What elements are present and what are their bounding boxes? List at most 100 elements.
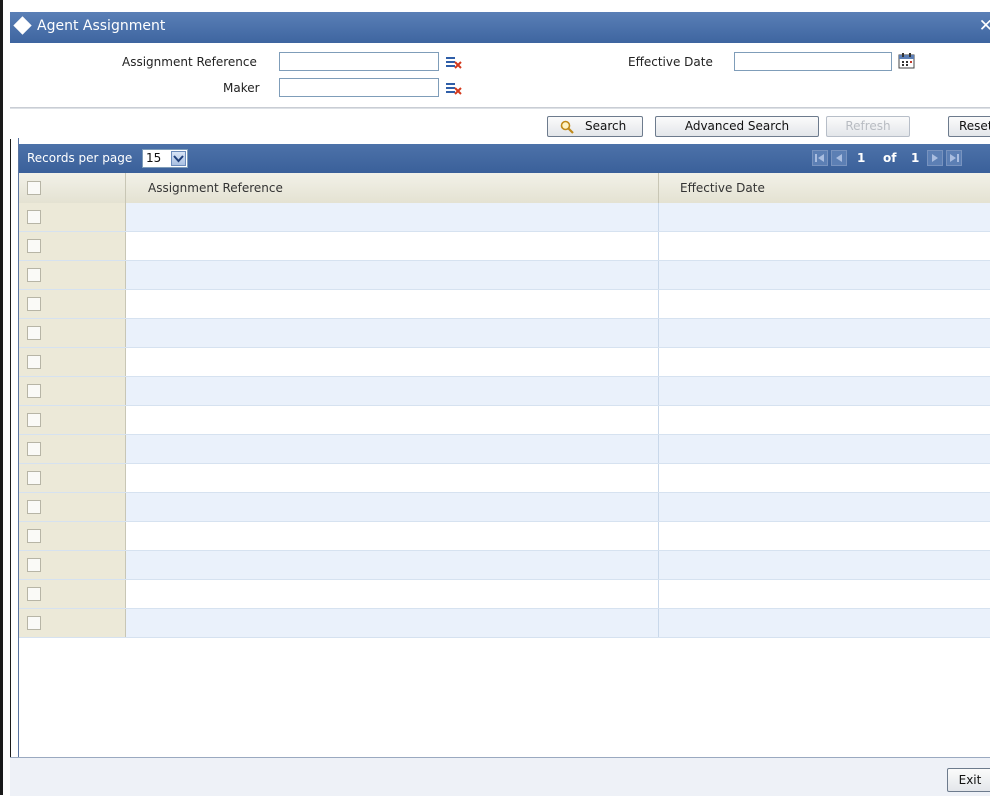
- row-select-cell: [19, 580, 126, 608]
- next-page-icon[interactable]: [927, 150, 943, 166]
- row-checkbox[interactable]: [27, 210, 41, 224]
- column-header-assignment-reference[interactable]: Assignment Reference: [148, 181, 283, 195]
- column-divider: [658, 493, 659, 521]
- table-row: [19, 290, 990, 319]
- list-of-values-icon[interactable]: [445, 80, 462, 97]
- row-select-cell: [19, 464, 126, 492]
- column-divider: [658, 348, 659, 376]
- maker-input[interactable]: [279, 78, 439, 97]
- row-select-cell: [19, 319, 126, 347]
- records-per-page-select[interactable]: 15: [142, 149, 188, 168]
- title-bar: Agent Assignment ✕: [10, 12, 990, 43]
- column-divider: [658, 261, 659, 289]
- row-select-cell: [19, 493, 126, 521]
- row-checkbox[interactable]: [27, 355, 41, 369]
- previous-page-icon[interactable]: [831, 150, 847, 166]
- row-checkbox[interactable]: [27, 558, 41, 572]
- row-checkbox[interactable]: [27, 297, 41, 311]
- table-row: [19, 348, 990, 377]
- window-left-border: [10, 43, 11, 757]
- records-per-page-value: 15: [146, 151, 162, 165]
- column-divider: [658, 522, 659, 550]
- assignment-reference-input[interactable]: [279, 52, 439, 71]
- window-title: Agent Assignment: [37, 18, 166, 34]
- calendar-icon[interactable]: [898, 53, 915, 69]
- action-button-bar: Search Advanced Search Refresh Reset: [10, 108, 990, 139]
- row-checkbox[interactable]: [27, 413, 41, 427]
- total-pages-number: 1: [911, 151, 920, 165]
- column-divider: [658, 580, 659, 608]
- column-header-effective-date[interactable]: Effective Date: [680, 181, 765, 195]
- row-select-cell: [19, 406, 126, 434]
- search-button[interactable]: Search: [547, 116, 643, 137]
- row-checkbox[interactable]: [27, 268, 41, 282]
- column-divider: [658, 232, 659, 260]
- column-divider: [658, 319, 659, 347]
- column-divider: [658, 377, 659, 405]
- row-select-cell: [19, 377, 126, 405]
- effective-date-input[interactable]: [734, 52, 892, 71]
- table-row: [19, 377, 990, 406]
- row-checkbox[interactable]: [27, 587, 41, 601]
- diamond-icon: [13, 16, 32, 35]
- table-row: [19, 232, 990, 261]
- select-all-checkbox[interactable]: [27, 181, 41, 195]
- pagination-bar: Records per page 15 1 of 1: [19, 144, 990, 173]
- table-row: [19, 406, 990, 435]
- row-select-cell: [19, 522, 126, 550]
- column-divider: [658, 290, 659, 318]
- table-row: [19, 464, 990, 493]
- row-select-cell: [19, 290, 126, 318]
- list-of-values-icon[interactable]: [445, 54, 462, 71]
- agent-assignment-window: Agent Assignment ✕ Assignment Reference …: [0, 0, 990, 796]
- row-checkbox[interactable]: [27, 529, 41, 543]
- records-per-page-label: Records per page: [27, 151, 133, 165]
- footer-bar: Exit: [10, 757, 990, 796]
- refresh-button[interactable]: Refresh: [826, 116, 910, 137]
- table-row: [19, 522, 990, 551]
- assignment-reference-label: Assignment Reference: [122, 55, 257, 69]
- row-checkbox[interactable]: [27, 471, 41, 485]
- column-divider: [658, 609, 659, 637]
- table-row: [19, 435, 990, 464]
- select-all-cell: [19, 173, 126, 203]
- row-select-cell: [19, 551, 126, 579]
- reset-button[interactable]: Reset: [948, 116, 990, 137]
- row-checkbox[interactable]: [27, 326, 41, 340]
- search-criteria-panel: Assignment Reference Maker Effective Dat…: [10, 43, 990, 108]
- table-row: [19, 580, 990, 609]
- effective-date-label: Effective Date: [628, 55, 713, 69]
- page-of-label: of: [883, 151, 897, 165]
- row-checkbox[interactable]: [27, 239, 41, 253]
- row-select-cell: [19, 609, 126, 637]
- column-divider: [658, 203, 659, 231]
- current-page-number: 1: [857, 151, 866, 165]
- exit-button[interactable]: Exit: [947, 768, 990, 792]
- row-select-cell: [19, 203, 126, 231]
- row-select-cell: [19, 435, 126, 463]
- column-divider: [658, 551, 659, 579]
- row-checkbox[interactable]: [27, 384, 41, 398]
- advanced-search-button[interactable]: Advanced Search: [655, 116, 819, 137]
- first-page-icon[interactable]: [812, 150, 828, 166]
- row-checkbox[interactable]: [27, 442, 41, 456]
- last-page-icon[interactable]: [946, 150, 962, 166]
- chevron-down-icon: [171, 151, 186, 166]
- table-row: [19, 261, 990, 290]
- row-checkbox[interactable]: [27, 616, 41, 630]
- close-icon[interactable]: ✕: [979, 16, 990, 36]
- table-row: [19, 609, 990, 638]
- row-select-cell: [19, 232, 126, 260]
- row-select-cell: [19, 261, 126, 289]
- table-row: [19, 203, 990, 232]
- table-header: Assignment Reference Effective Date: [19, 173, 990, 204]
- row-select-cell: [19, 348, 126, 376]
- maker-label: Maker: [223, 81, 260, 95]
- column-divider: [658, 464, 659, 492]
- magnifier-icon: [560, 120, 574, 134]
- column-divider: [658, 435, 659, 463]
- table-row: [19, 493, 990, 522]
- search-button-label: Search: [585, 119, 627, 133]
- row-checkbox[interactable]: [27, 500, 41, 514]
- column-divider: [658, 173, 659, 203]
